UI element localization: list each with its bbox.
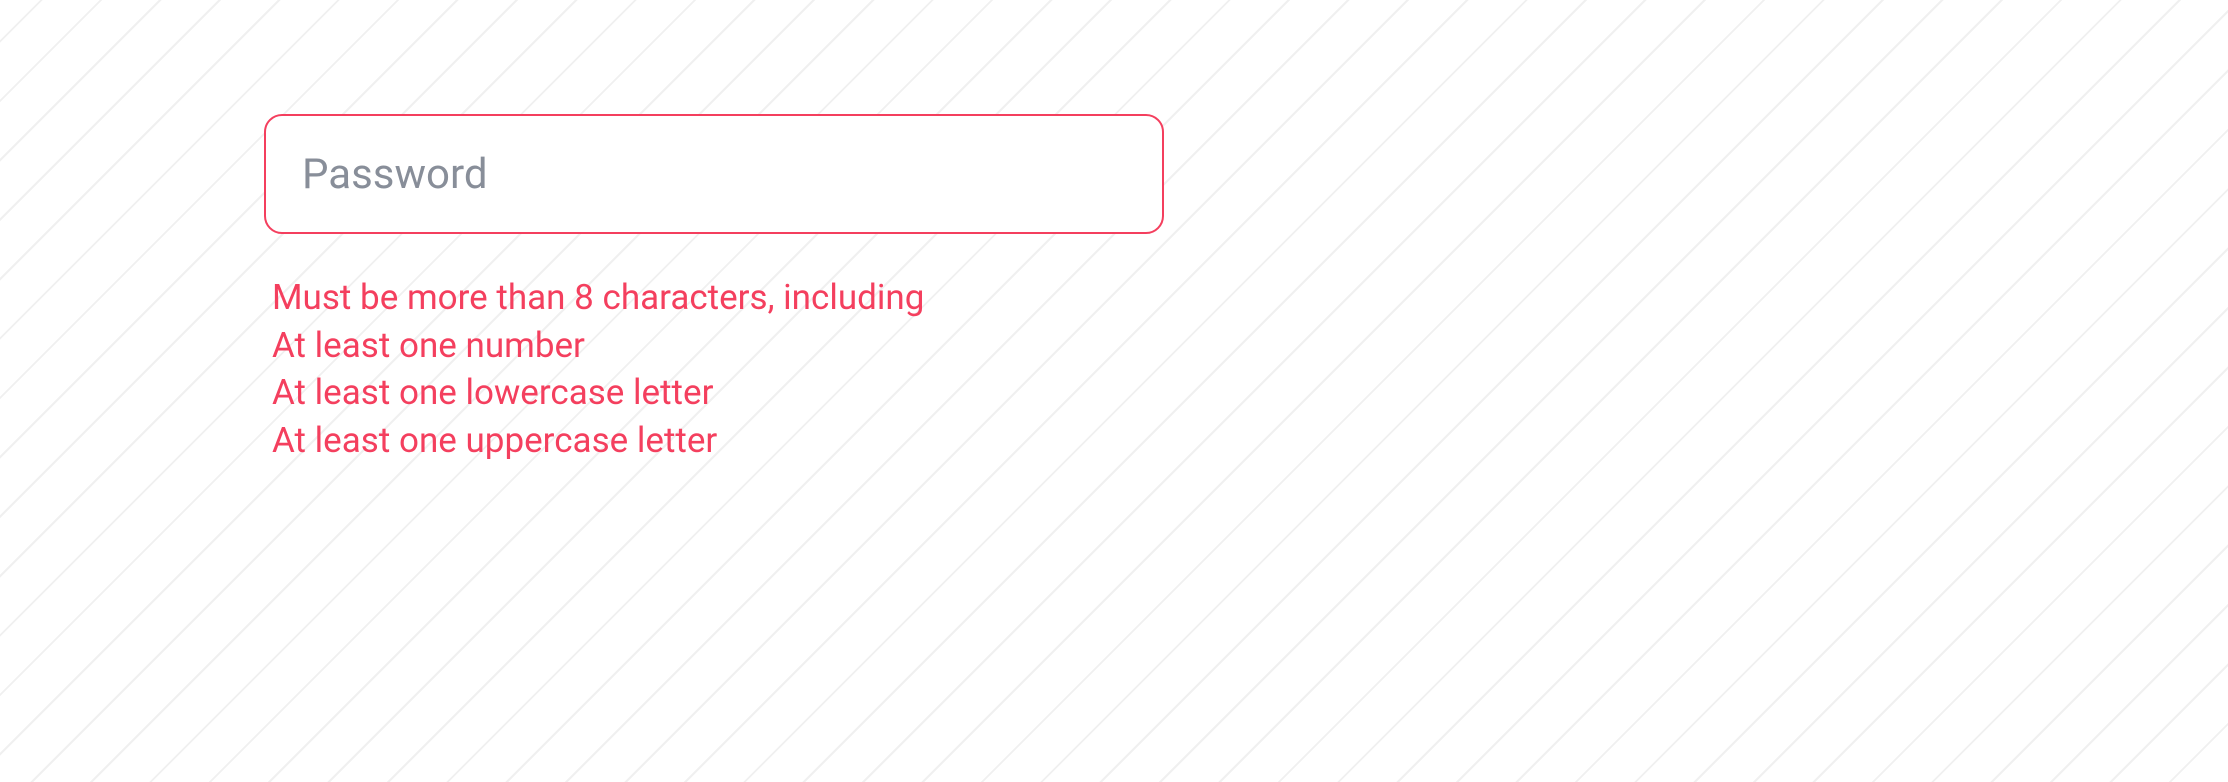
error-requirement-length: Must be more than 8 characters, includin… bbox=[272, 274, 1164, 322]
password-form-container: Must be more than 8 characters, includin… bbox=[264, 114, 1164, 464]
error-requirement-lowercase: At least one lowercase letter bbox=[272, 369, 1164, 417]
error-requirement-uppercase: At least one uppercase letter bbox=[272, 417, 1164, 465]
error-requirement-number: At least one number bbox=[272, 322, 1164, 370]
password-error-messages: Must be more than 8 characters, includin… bbox=[264, 274, 1164, 464]
password-input[interactable] bbox=[264, 114, 1164, 234]
